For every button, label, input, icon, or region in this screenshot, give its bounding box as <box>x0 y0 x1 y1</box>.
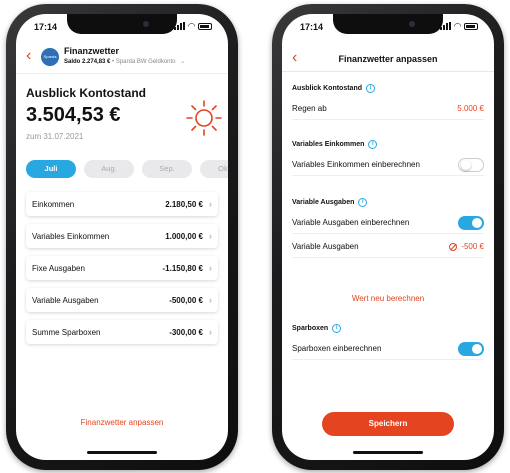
chevron-right-icon: › <box>209 295 212 305</box>
row-value: -1.150,80 € <box>162 263 203 273</box>
savings-toggle-row: Sparboxen einberechnen <box>292 338 484 360</box>
wifi-icon: ◠ <box>454 21 461 31</box>
wifi-icon: ◠ <box>188 21 195 31</box>
rain-value[interactable]: 5.000 € <box>457 104 484 113</box>
month-tab-september[interactable]: Sep. <box>142 160 192 178</box>
home-indicator <box>353 451 423 454</box>
screen-overview: 17:14 ◠ ‹ Sparda Finanzwetter Saldo 2.27… <box>16 14 228 460</box>
info-icon[interactable]: i <box>366 84 376 93</box>
chevron-right-icon: › <box>209 263 212 273</box>
month-tab-october[interactable]: Okt. <box>200 160 228 178</box>
row-value: -500,00 € <box>169 295 203 305</box>
section-title: Sparboxen <box>292 325 329 332</box>
row-value: 2.180,50 € <box>165 199 203 209</box>
info-icon[interactable]: i <box>332 324 342 333</box>
recalculate-link[interactable]: Wert neu berechnen <box>282 294 494 303</box>
row-label: Variables Einkommen <box>32 231 110 241</box>
month-selector: Juli Aug. Sep. Okt. <box>26 160 228 182</box>
summary-row-fixed-expenses[interactable]: Fixe Ausgaben -1.150,80 € › <box>26 256 218 280</box>
section-title: Variable Ausgaben <box>292 199 355 206</box>
value-label: Variable Ausgaben <box>292 242 359 251</box>
balance-value: 2.274,83 € <box>82 59 111 65</box>
account-name: Finanzwetter <box>64 46 120 56</box>
section-variable-income: Variables Einkommen i <box>292 140 378 149</box>
rain-label: Regen ab <box>292 104 327 113</box>
summary-row-savings[interactable]: Summe Sparboxen -300,00 € › <box>26 320 218 344</box>
summary-row-variable-expenses[interactable]: Variable Ausgaben -500,00 € › <box>26 288 218 312</box>
variable-expenses-value[interactable]: -500 € <box>461 242 484 251</box>
status-time: 17:14 <box>34 22 58 32</box>
status-time: 17:14 <box>300 22 324 32</box>
section-title: Ausblick Kontostand <box>292 85 363 92</box>
info-icon[interactable]: i <box>368 140 378 149</box>
phone-right: 17:14 ◠ ‹ Finanzwetter anpassen Ausblick… <box>272 4 504 470</box>
toggle-label: Variable Ausgaben einberechnen <box>292 218 410 227</box>
projected-balance: 3.504,53 € <box>26 104 121 126</box>
variable-expenses-value-row[interactable]: Variable Ausgaben -500 € <box>292 236 484 258</box>
toggle-label: Sparboxen einberechnen <box>292 344 382 353</box>
status-icons: ◠ <box>440 21 478 31</box>
summary-list: Einkommen 2.180,50 € › Variables Einkomm… <box>26 192 218 352</box>
account-balance-line[interactable]: Saldo 2.274,83 € • Sparda BW Geldkonto ⌄ <box>64 58 185 65</box>
adjust-header: ‹ Finanzwetter anpassen <box>282 42 494 72</box>
variable-expenses-toggle-row: Variable Ausgaben einberechnen <box>292 212 484 234</box>
sun-icon <box>186 100 222 136</box>
save-button[interactable]: Speichern <box>322 412 454 436</box>
section-overview: Ausblick Kontostand i <box>292 84 376 93</box>
chevron-right-icon: › <box>209 327 212 337</box>
summary-row-variable-income[interactable]: Variables Einkommen 1.000,00 € › <box>26 224 218 248</box>
month-tab-july[interactable]: Juli <box>26 160 76 178</box>
cancel-icon[interactable] <box>449 242 458 251</box>
variable-income-toggle[interactable] <box>458 157 484 172</box>
screen-adjust: 17:14 ◠ ‹ Finanzwetter anpassen Ausblick… <box>282 14 494 460</box>
month-tab-august[interactable]: Aug. <box>84 160 134 178</box>
bank-name: • Sparda BW Geldkonto <box>112 59 176 65</box>
back-chevron-icon[interactable]: ‹ <box>26 48 31 64</box>
bank-logo-icon: Sparda <box>41 48 59 66</box>
row-value: -300,00 € <box>169 327 203 337</box>
phone-left: 17:14 ◠ ‹ Sparda Finanzwetter Saldo 2.27… <box>6 4 238 470</box>
balance-label: Saldo <box>64 59 81 65</box>
chevron-down-icon: ⌄ <box>180 59 186 65</box>
row-value: 1.000,00 € <box>165 231 203 241</box>
summary-row-income[interactable]: Einkommen 2.180,50 € › <box>26 192 218 216</box>
battery-icon <box>198 22 212 30</box>
variable-expenses-toggle[interactable] <box>458 215 484 230</box>
row-label: Summe Sparboxen <box>32 327 101 337</box>
notch <box>333 14 443 34</box>
chevron-right-icon: › <box>209 231 212 241</box>
row-label: Einkommen <box>32 199 75 209</box>
toggle-label: Variables Einkommen einberechnen <box>292 160 420 169</box>
section-savings: Sparboxen i <box>292 324 342 333</box>
status-icons: ◠ <box>174 21 212 31</box>
section-variable-expenses: Variable Ausgaben i <box>292 198 368 207</box>
adjust-weather-link[interactable]: Finanzwetter anpassen <box>16 418 228 427</box>
home-indicator <box>87 451 157 454</box>
account-header: ‹ Sparda Finanzwetter Saldo 2.274,83 € •… <box>16 42 228 74</box>
info-icon[interactable]: i <box>358 198 368 207</box>
row-label: Fixe Ausgaben <box>32 263 85 273</box>
savings-toggle[interactable] <box>458 341 484 356</box>
chevron-right-icon: › <box>209 199 212 209</box>
notch <box>67 14 177 34</box>
rain-threshold-row[interactable]: Regen ab 5.000 € <box>292 98 484 120</box>
overview-title: Ausblick Kontostand <box>26 86 147 100</box>
variable-income-toggle-row: Variables Einkommen einberechnen <box>292 154 484 176</box>
projection-date: zum 31.07.2021 <box>26 132 84 141</box>
row-label: Variable Ausgaben <box>32 295 99 305</box>
battery-icon <box>464 22 478 30</box>
page-title: Finanzwetter anpassen <box>338 54 438 64</box>
section-title: Variables Einkommen <box>292 141 365 148</box>
